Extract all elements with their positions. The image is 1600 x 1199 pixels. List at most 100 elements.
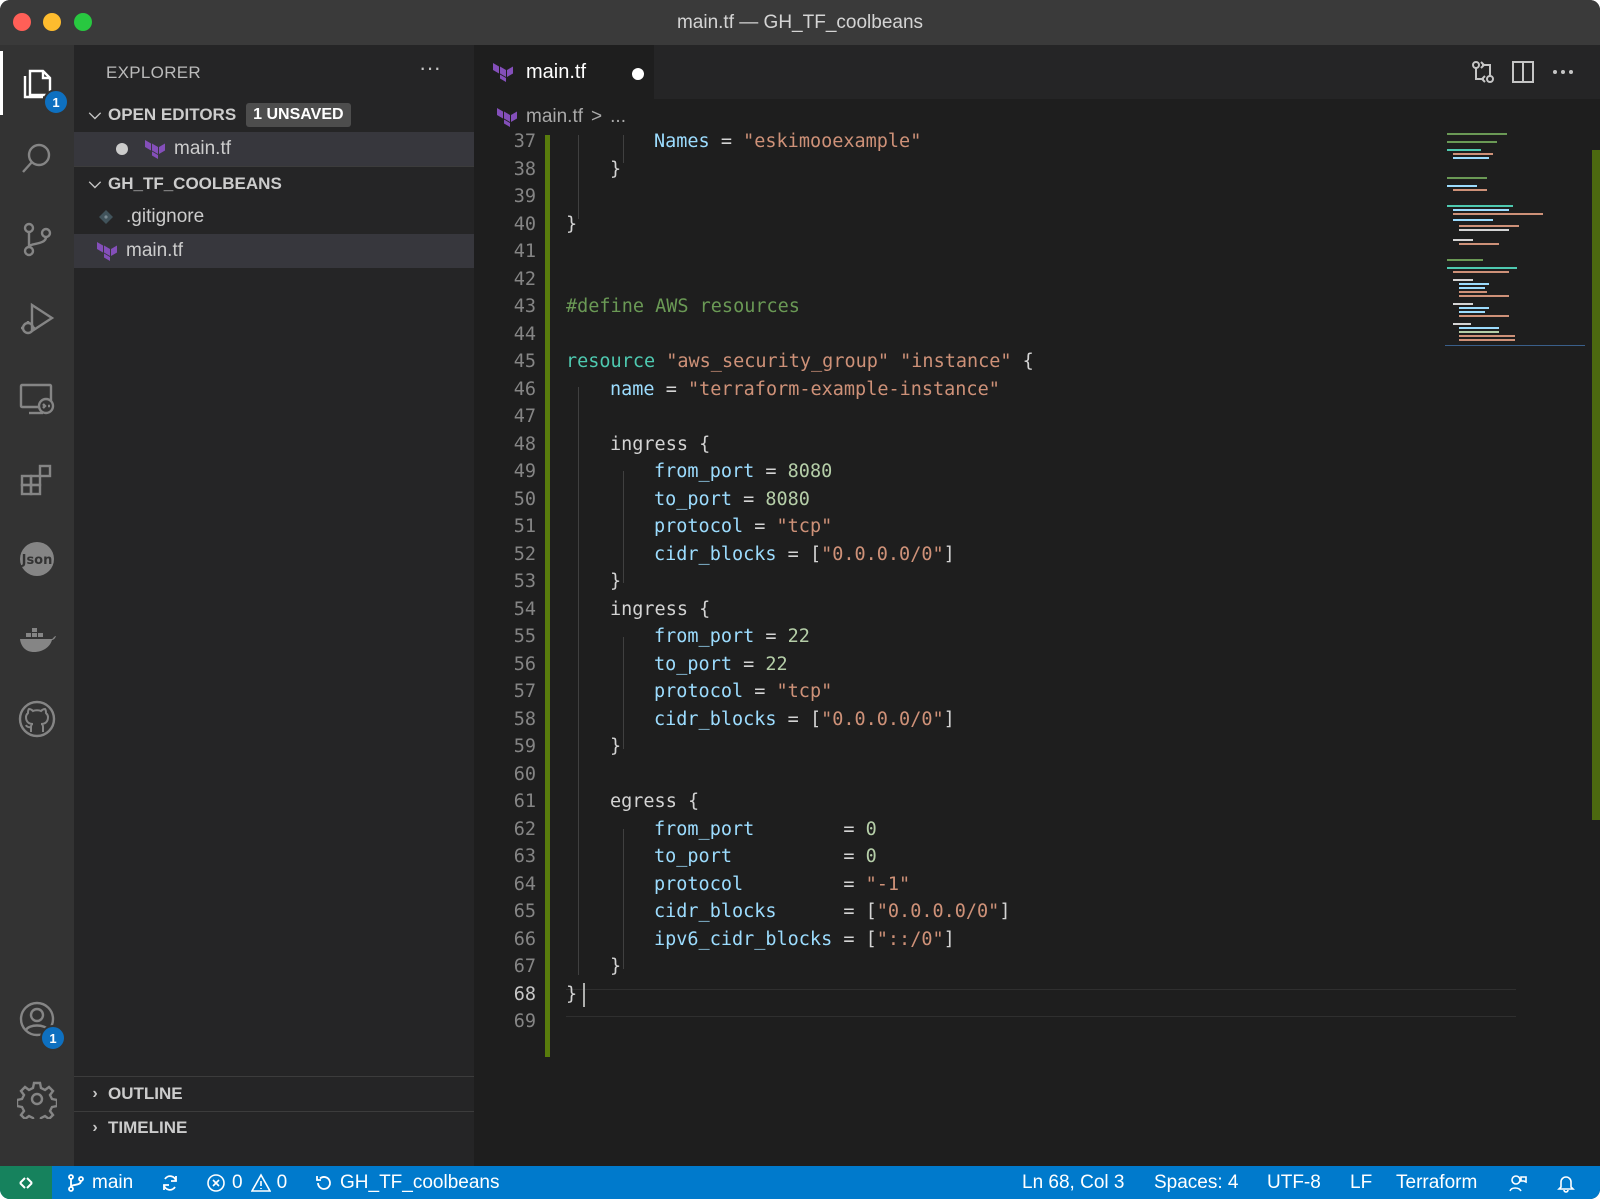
token: "-1": [865, 874, 911, 895]
code-line-52[interactable]: 52 cidr_blocks = ["0.0.0.0/0"]: [474, 541, 1474, 569]
token: =: [743, 874, 866, 895]
code-line-56[interactable]: 56 to_port = 22: [474, 651, 1474, 679]
tab-main-tf[interactable]: main.tf: [474, 45, 654, 99]
code-line-69[interactable]: 69: [474, 1008, 1474, 1036]
code-line-46[interactable]: 46 name = "terraform-example-instance": [474, 376, 1474, 404]
explorer-sidebar: EXPLORER ··· ⌵ OPEN EDITORS 1 UNSAVED ma…: [74, 45, 474, 1166]
code-line-54[interactable]: 54 ingress {: [474, 596, 1474, 624]
code-line-62[interactable]: 62 from_port = 0: [474, 816, 1474, 844]
activity-settings[interactable]: [0, 1067, 74, 1131]
code-line-47[interactable]: 47: [474, 403, 1474, 431]
minimap-line: [1453, 219, 1493, 221]
activity-json[interactable]: Json: [0, 527, 74, 591]
activity-extensions[interactable]: [0, 447, 74, 511]
code-line-39[interactable]: 39: [474, 183, 1474, 211]
minimap-line: [1459, 295, 1509, 297]
branch-status[interactable]: main: [66, 1166, 133, 1199]
breadcrumb-symbol[interactable]: ...: [610, 106, 626, 128]
unsaved-dot-icon[interactable]: [116, 143, 128, 155]
workspace-status[interactable]: GH_TF_coolbeans: [314, 1166, 499, 1199]
indentation-status[interactable]: Spaces: 4: [1154, 1166, 1239, 1199]
editor-tab-bar: main.tf: [474, 45, 1600, 99]
code-line-37[interactable]: 37 Names = "eskimooexample": [474, 128, 1474, 156]
token: ingress {: [610, 599, 711, 620]
code-line-40[interactable]: 40}: [474, 211, 1474, 239]
cursor-position[interactable]: Ln 68, Col 3: [1022, 1166, 1124, 1199]
scrollbar[interactable]: [1592, 150, 1600, 820]
sidebar-more-actions[interactable]: ···: [419, 55, 441, 81]
code-line-48[interactable]: 48 ingress {: [474, 431, 1474, 459]
code-line-55[interactable]: 55 from_port = 22: [474, 623, 1474, 651]
activity-search[interactable]: [0, 127, 74, 191]
code-line-68[interactable]: 68}: [474, 981, 1474, 1009]
folder-header[interactable]: ⌵ GH_TF_COOLBEANS: [74, 167, 474, 201]
code-line-42[interactable]: 42: [474, 266, 1474, 294]
compare-changes-icon[interactable]: [1470, 59, 1496, 85]
code-line-66[interactable]: 66 ipv6_cidr_blocks = ["::/0"]: [474, 926, 1474, 954]
extensions-icon: [20, 464, 52, 496]
breadcrumb-file[interactable]: main.tf: [526, 106, 583, 128]
split-editor-icon[interactable]: [1510, 59, 1536, 85]
folder-label: GH_TF_COOLBEANS: [108, 174, 282, 193]
code-line-53[interactable]: 53}: [474, 568, 1474, 596]
activity-accounts[interactable]: 1: [0, 987, 74, 1051]
activity-run-debug[interactable]: [0, 287, 74, 351]
minimap-line: [1453, 303, 1473, 305]
token: from_port: [654, 626, 755, 647]
token: protocol: [654, 681, 744, 702]
activity-source-control[interactable]: [0, 207, 74, 271]
code-line-63[interactable]: 63 to_port = 0: [474, 843, 1474, 871]
open-editor-item[interactable]: main.tf: [74, 132, 474, 166]
minimap[interactable]: [1445, 131, 1585, 351]
activity-explorer[interactable]: 1: [0, 51, 74, 115]
code-line-51[interactable]: 51 protocol = "tcp": [474, 513, 1474, 541]
language-mode[interactable]: Terraform: [1396, 1166, 1477, 1199]
encoding-status[interactable]: UTF-8: [1267, 1166, 1321, 1199]
line-number: 45: [513, 351, 536, 372]
minimap-line: [1453, 189, 1487, 191]
code-line-43[interactable]: 43 #define AWS resources: [474, 293, 1474, 321]
code-line-38[interactable]: 38}: [474, 156, 1474, 184]
token: =: [731, 846, 866, 867]
activity-github[interactable]: [0, 687, 74, 751]
remote-indicator[interactable]: [0, 1166, 52, 1199]
token: to_port: [654, 654, 732, 675]
code-line-65[interactable]: 65 cidr_blocks = ["0.0.0.0/0"]: [474, 898, 1474, 926]
file-item-gitignore[interactable]: .gitignore: [74, 200, 474, 234]
code-line-41[interactable]: 41: [474, 238, 1474, 266]
code-line-67[interactable]: 67}: [474, 953, 1474, 981]
unsaved-dot-icon[interactable]: [632, 68, 644, 80]
code-line-59[interactable]: 59}: [474, 733, 1474, 761]
token: egress {: [610, 791, 700, 812]
code-line-45[interactable]: 45 resource "aws_security_group" "instanc…: [474, 348, 1474, 376]
line-number: 58: [513, 709, 536, 730]
more-actions-icon[interactable]: [1550, 59, 1576, 85]
code-line-64[interactable]: 64 protocol = "-1": [474, 871, 1474, 899]
file-item-main-tf[interactable]: main.tf: [74, 234, 474, 268]
timeline-header[interactable]: › TIMELINE: [74, 1111, 474, 1145]
notifications-button[interactable]: [1556, 1166, 1582, 1199]
line-number: 51: [513, 516, 536, 537]
code-line-44[interactable]: 44: [474, 321, 1474, 349]
token: resource: [566, 351, 656, 372]
eol-status[interactable]: LF: [1350, 1166, 1372, 1199]
open-editors-header[interactable]: ⌵ OPEN EDITORS 1 UNSAVED: [74, 98, 474, 132]
minimap-line: [1459, 315, 1509, 317]
token: "eskimooexample": [743, 131, 922, 152]
code-line-50[interactable]: 50 to_port = 8080: [474, 486, 1474, 514]
code-line-60[interactable]: 60: [474, 761, 1474, 789]
code-line-49[interactable]: 49 from_port = 8080: [474, 458, 1474, 486]
code-line-58[interactable]: 58 cidr_blocks = ["0.0.0.0/0"]: [474, 706, 1474, 734]
activity-docker[interactable]: [0, 607, 74, 671]
code-editor[interactable]: 37 Names = "eskimooexample" 38} 39 40} 41…: [474, 131, 1600, 1166]
problems-status[interactable]: 0 0: [206, 1166, 287, 1199]
token: = [: [776, 544, 822, 565]
code-line-61[interactable]: 61 egress {: [474, 788, 1474, 816]
outline-header[interactable]: › OUTLINE: [74, 1077, 474, 1111]
line-number: 54: [513, 599, 536, 620]
feedback-button[interactable]: [1508, 1166, 1534, 1199]
sync-status[interactable]: [160, 1166, 186, 1199]
code-line-57[interactable]: 57 protocol = "tcp": [474, 678, 1474, 706]
activity-remote-explorer[interactable]: [0, 367, 74, 431]
explorer-badge: 1: [43, 89, 69, 115]
